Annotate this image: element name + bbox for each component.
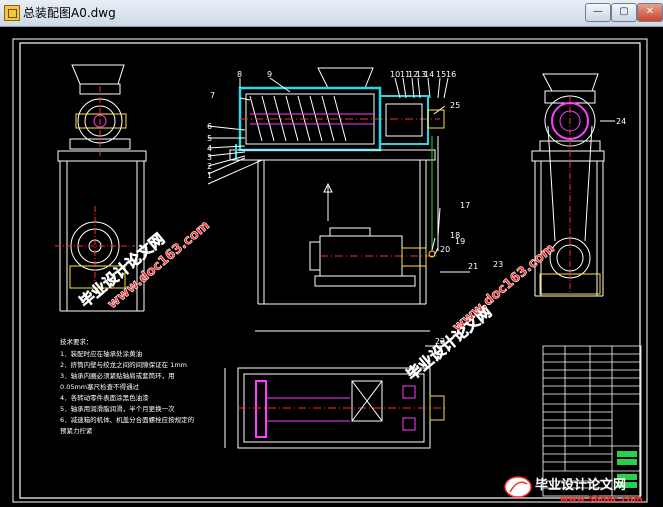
tech-requirements: 技术要求： 1．装配时应在轴承处涂黄油 2．挤筒内壁与绞龙之间的间隙保证在 1m… [60, 337, 195, 435]
part-label: 3 [207, 153, 212, 162]
part-labels: 8 9 10 11 12 13 14 15 16 7 6 5 4 3 2 1 2… [207, 70, 626, 346]
watermark-url: www.doc163.com [450, 241, 558, 335]
footer-logo: 毕业设计论文网 www.56doc.com [504, 476, 643, 505]
part-label: 16 [446, 70, 456, 79]
part-label: 1 [207, 171, 212, 180]
tech-item: 2．挤筒内壁与绞龙之间的间隙保证在 1mm [60, 360, 187, 369]
part-label: 8 [237, 70, 242, 79]
part-label: 4 [207, 144, 212, 153]
footer-url: www.56doc.com [560, 495, 643, 505]
part-label: 2 [207, 162, 212, 171]
title-block [542, 345, 642, 497]
part-label: 24 [616, 117, 626, 126]
part-label: 23 [493, 260, 503, 269]
part-label: 15 [436, 70, 446, 79]
top-view [224, 330, 445, 449]
left-side-view [55, 64, 147, 312]
tech-item: 6．减速箱的机体、机盖分合面螺栓应按规定的 [60, 415, 195, 424]
part-label: 9 [267, 70, 272, 79]
logo-mark-icon [504, 476, 532, 498]
footer-site-name: 毕业设计论文网 [535, 477, 626, 493]
title-bar[interactable]: 总装配图A0.dwg — ▢ ✕ [0, 0, 663, 27]
tech-item: 5．轴承用润滑脂润滑，半个月更换一次 [60, 404, 175, 413]
maximize-button[interactable]: ▢ [611, 3, 637, 22]
part-label: 6 [207, 122, 212, 131]
drawing-canvas[interactable]: 8 9 10 11 12 13 14 15 16 7 6 5 4 3 2 1 2… [0, 26, 663, 507]
tech-heading: 技术要求： [60, 337, 93, 346]
part-label: 10 [390, 70, 400, 79]
cad-window: 总装配图A0.dwg — ▢ ✕ 8 9 10 11 12 13 14 15 1… [0, 0, 663, 507]
part-label: 21 [468, 262, 478, 271]
tech-item: 4．各转动零件表面涂黑色油漆 [60, 393, 149, 402]
tech-item: 3．轴承内圈必须紧贴轴肩或套筒环，用 [60, 371, 175, 380]
minimize-button[interactable]: — [585, 3, 611, 22]
part-label: 25 [450, 101, 460, 110]
part-label: 19 [455, 237, 465, 246]
part-label: 17 [460, 201, 470, 210]
tech-item: 1．装配时应在轴承处涂黄油 [60, 349, 142, 358]
part-label: 20 [440, 245, 450, 254]
tech-item: 预紧力拧紧 [60, 426, 93, 435]
part-label: 5 [207, 134, 212, 143]
front-view [207, 67, 470, 305]
dwg-file-icon [4, 5, 20, 21]
tech-item: 0.05mm塞尺检查不得通过 [60, 382, 140, 391]
window-title: 总装配图A0.dwg [23, 6, 116, 20]
part-label: 14 [424, 70, 434, 79]
close-button[interactable]: ✕ [637, 3, 663, 22]
watermarks: 毕业设计论文网 www.doc163.com 毕业设计论文网 www.doc16… [76, 218, 558, 385]
part-label: 7 [210, 91, 215, 100]
